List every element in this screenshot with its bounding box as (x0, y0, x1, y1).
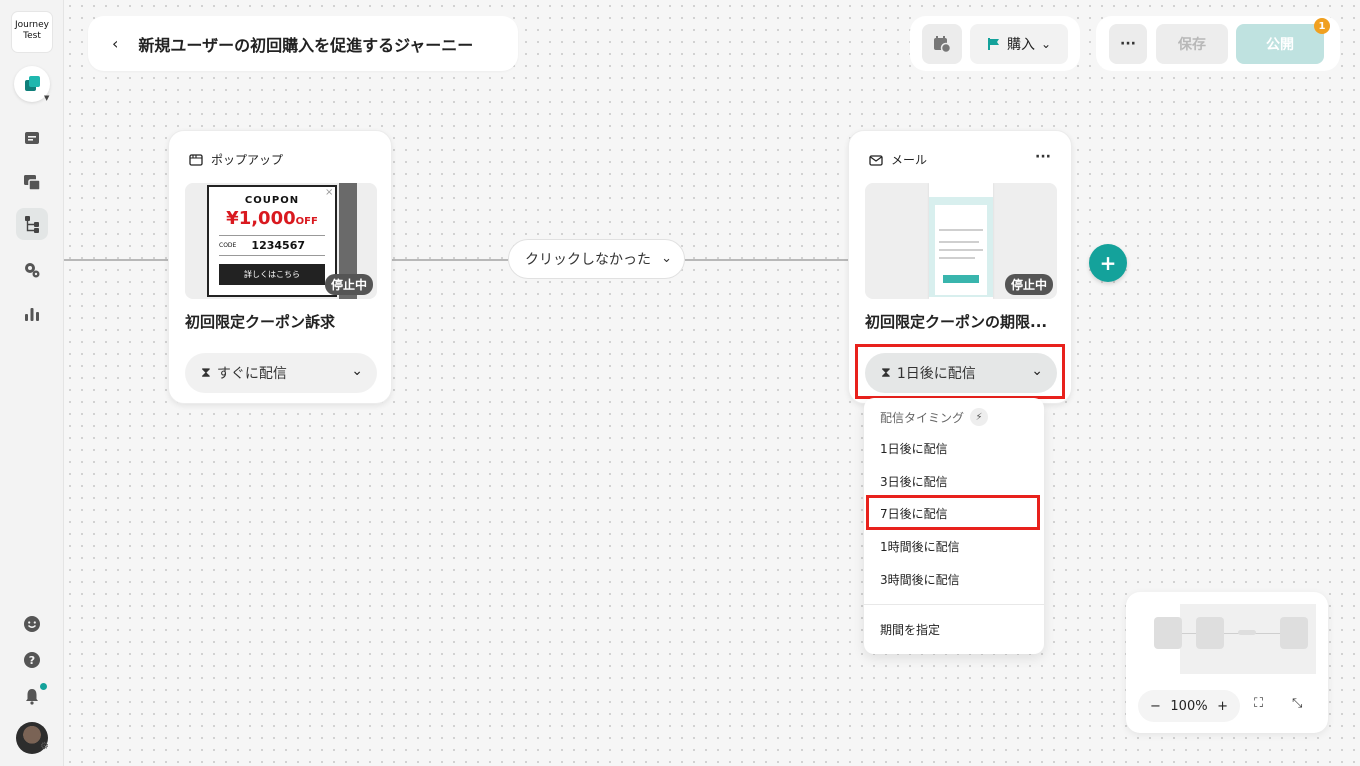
nav-journey-icon[interactable] (16, 208, 48, 240)
flag-icon (987, 38, 999, 50)
help-icon[interactable]: ? (16, 644, 48, 676)
layers-icon (25, 76, 40, 91)
status-badge: 停止中 (324, 274, 373, 295)
card-type-header: メール (869, 151, 927, 168)
toolbar-right-group: ··· 保存 公開 (1096, 16, 1340, 71)
save-button[interactable]: 保存 (1156, 24, 1228, 64)
toolbar-left-group: 購入 ⌄ (910, 16, 1080, 71)
highlight-box (866, 495, 1040, 530)
bolt-icon: ⚡ (970, 408, 989, 426)
popup-node-card[interactable]: ポップアップ COUPON ¥1,000OFF CODE 1234567 詳しくは… (168, 130, 392, 404)
svg-text:?: ? (29, 654, 35, 667)
fit-view-icon[interactable]: ⛶ (1254, 696, 1263, 711)
coupon-preview: COUPON ¥1,000OFF CODE 1234567 詳しくはこちら (207, 185, 337, 297)
zoom-out-icon[interactable]: − (1150, 699, 1161, 714)
publish-badge: 1 (1314, 18, 1330, 34)
node-name: 初回限定クーポン訴求 (185, 313, 336, 331)
timing-dropdown[interactable]: ⧗ すぐに配信 ⌄ (185, 353, 377, 393)
flow-connector (392, 259, 508, 261)
publish-button[interactable]: 公開 (1236, 24, 1324, 64)
flow-connector (685, 259, 848, 261)
support-chat-icon[interactable] (16, 608, 48, 640)
menu-item[interactable]: 3日後に配信 (880, 473, 948, 490)
chevron-down-icon: ⌄ (1040, 37, 1052, 51)
back-icon[interactable]: ‹ (112, 34, 118, 53)
schedule-button[interactable] (922, 24, 962, 64)
status-badge: 停止中 (1004, 274, 1053, 295)
page-title: 新規ユーザーの初回購入を促進するジャーニー (138, 35, 474, 55)
chevron-down-icon: ▼ (44, 94, 50, 102)
notification-dot (40, 683, 47, 690)
plus-icon: + (1099, 251, 1117, 275)
journey-title-bar: ‹ 新規ユーザーの初回購入を促進するジャーニー (88, 16, 518, 71)
nav-analytics-icon[interactable] (16, 298, 48, 330)
goal-dropdown[interactable]: 購入 ⌄ (970, 24, 1068, 64)
more-button[interactable]: ··· (1109, 24, 1147, 64)
zoom-in-icon[interactable]: + (1217, 699, 1228, 714)
sidebar: Journey Test ▼ ? ⚙ (0, 0, 64, 766)
hourglass-icon: ⧗ (201, 365, 211, 381)
chevron-down-icon: ⌄ (661, 251, 672, 266)
chevron-down-icon: ⌄ (351, 363, 363, 379)
nav-template-icon[interactable] (16, 166, 48, 198)
nav-settings-icon[interactable] (16, 254, 48, 286)
collapse-icon[interactable]: ⤡ (1292, 696, 1302, 711)
highlight-box (855, 344, 1065, 399)
close-icon: × (325, 187, 334, 198)
add-node-button[interactable]: + (1089, 244, 1127, 282)
nav-campaign-icon[interactable] (16, 122, 48, 154)
menu-header: 配信タイミング ⚡ (880, 408, 989, 426)
condition-dropdown[interactable]: クリックしなかった ⌄ (508, 239, 685, 279)
more-options-icon[interactable]: ··· (1035, 149, 1051, 165)
mail-preview: 停止中 (865, 183, 1057, 299)
gear-icon: ⚙ (40, 741, 49, 752)
card-type-header: ポップアップ (189, 151, 283, 168)
menu-item[interactable]: 1日後に配信 (880, 440, 948, 457)
calendar-clock-icon (934, 36, 951, 53)
menu-item[interactable]: 1時間後に配信 (880, 538, 960, 555)
menu-item-custom[interactable]: 期間を指定 (880, 621, 940, 638)
app-logo[interactable]: Journey Test (12, 12, 52, 52)
zoom-control: − 100% + (1138, 690, 1240, 722)
node-name: 初回限定クーポンの期限... (865, 313, 1048, 331)
goal-label: 購入 (1006, 37, 1035, 53)
mail-icon (869, 154, 883, 166)
zoom-level: 100% (1170, 698, 1208, 714)
menu-item[interactable]: 3時間後に配信 (880, 571, 960, 588)
popup-preview: COUPON ¥1,000OFF CODE 1234567 詳しくはこちら × 停… (185, 183, 377, 299)
minimap: − 100% + ⛶ ⤡ (1126, 592, 1328, 733)
window-icon (189, 153, 203, 166)
divider (864, 604, 1044, 605)
flow-connector (64, 259, 168, 261)
